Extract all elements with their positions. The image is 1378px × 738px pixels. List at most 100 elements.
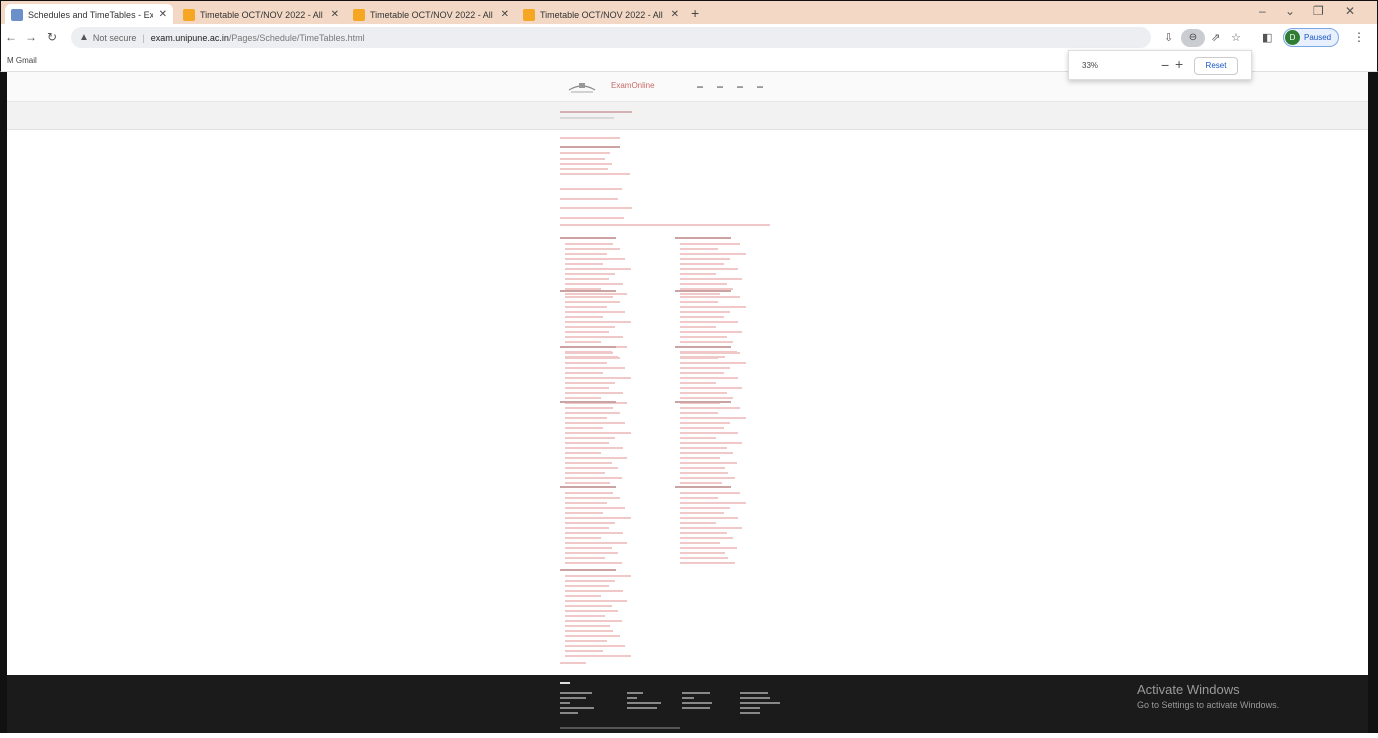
timetable-link[interactable] [560, 158, 605, 160]
timetable-link[interactable] [680, 457, 720, 459]
timetable-link[interactable] [680, 273, 716, 275]
timetable-link[interactable] [560, 198, 618, 200]
timetable-link[interactable] [680, 432, 738, 434]
forward-icon[interactable]: → [25, 30, 37, 44]
timetable-link[interactable] [565, 412, 620, 414]
timetable-link[interactable] [680, 387, 742, 389]
side-panel-icon[interactable]: ◧ [1262, 31, 1272, 44]
timetable-link[interactable] [560, 137, 620, 139]
timetable-link[interactable] [680, 537, 733, 539]
timetable-link[interactable] [680, 502, 746, 504]
zoom-in-button[interactable]: + [1175, 56, 1183, 72]
timetable-link[interactable] [565, 600, 627, 602]
close-icon[interactable]: ✕ [671, 9, 679, 20]
timetable-link[interactable] [565, 283, 623, 285]
timetable-link[interactable] [565, 542, 627, 544]
timetable-link[interactable] [565, 293, 627, 295]
zoom-indicator-icon[interactable]: ⊖ [1181, 29, 1205, 47]
timetable-link[interactable] [565, 442, 609, 444]
timetable-link[interactable] [680, 437, 716, 439]
timetable-link[interactable] [565, 432, 631, 434]
timetable-link[interactable] [680, 452, 733, 454]
footer-link[interactable] [560, 712, 578, 714]
zoom-reset-button[interactable]: Reset [1194, 57, 1238, 75]
timetable-link[interactable] [565, 387, 609, 389]
timetable-link[interactable] [680, 422, 730, 424]
timetable-link[interactable] [565, 620, 622, 622]
timetable-link[interactable] [565, 417, 607, 419]
timetable-link[interactable] [560, 168, 608, 170]
timetable-link[interactable] [680, 316, 724, 318]
timetable-link[interactable] [560, 217, 624, 219]
timetable-link[interactable] [565, 243, 613, 245]
timetable-link[interactable] [680, 542, 720, 544]
timetable-link[interactable] [680, 268, 738, 270]
timetable-link[interactable] [680, 557, 728, 559]
timetable-link[interactable] [565, 392, 623, 394]
timetable-link[interactable] [565, 258, 625, 260]
footer-link[interactable] [560, 697, 586, 699]
timetable-link[interactable] [565, 447, 623, 449]
tab-timetable-3[interactable]: Timetable OCT/NOV 2022 - All ✕ [517, 4, 685, 25]
timetable-link[interactable] [680, 552, 725, 554]
timetable-link[interactable] [565, 580, 615, 582]
timetable-link[interactable] [565, 362, 607, 364]
timetable-link[interactable] [680, 407, 740, 409]
timetable-link[interactable] [680, 296, 740, 298]
timetable-link[interactable] [565, 382, 615, 384]
timetable-link[interactable] [680, 372, 724, 374]
footer-link[interactable] [627, 697, 637, 699]
timetable-link[interactable] [680, 283, 727, 285]
footer-link[interactable] [627, 702, 661, 704]
timetable-link[interactable] [680, 477, 735, 479]
timetable-link[interactable] [565, 437, 615, 439]
profile-button[interactable]: D Paused [1283, 28, 1339, 47]
timetable-link[interactable] [565, 372, 603, 374]
timetable-link[interactable] [565, 557, 605, 559]
timetable-link[interactable] [565, 336, 623, 338]
timetable-link[interactable] [560, 163, 612, 165]
close-icon[interactable]: ✕ [331, 9, 339, 20]
timetable-link[interactable] [565, 650, 603, 652]
timetable-link[interactable] [680, 442, 742, 444]
timetable-link[interactable] [565, 263, 603, 265]
timetable-link[interactable] [680, 362, 746, 364]
timetable-link[interactable] [680, 497, 718, 499]
timetable-link[interactable] [565, 253, 607, 255]
footer-link[interactable] [740, 707, 760, 709]
timetable-link[interactable] [680, 562, 735, 564]
timetable-link[interactable] [565, 527, 609, 529]
timetable-link[interactable] [565, 575, 631, 577]
timetable-link[interactable] [680, 512, 724, 514]
timetable-link[interactable] [680, 392, 727, 394]
tab-timetable-2[interactable]: Timetable OCT/NOV 2022 - All ✕ [347, 4, 515, 25]
timetable-link[interactable] [680, 427, 724, 429]
tab-timetable-1[interactable]: Timetable OCT/NOV 2022 - All ✕ [177, 4, 345, 25]
timetable-link[interactable] [565, 482, 610, 484]
timetable-link[interactable] [680, 517, 738, 519]
timetable-link[interactable] [680, 306, 746, 308]
timetable-link[interactable] [680, 382, 716, 384]
timetable-link[interactable] [565, 512, 603, 514]
timetable-link[interactable] [565, 655, 631, 657]
nav-link[interactable]: ▬ [697, 84, 703, 90]
close-icon[interactable]: ✕ [159, 9, 167, 20]
timetable-link[interactable] [680, 357, 718, 359]
timetable-link[interactable] [680, 447, 727, 449]
timetable-link[interactable] [565, 472, 605, 474]
timetable-link[interactable] [560, 188, 622, 190]
timetable-link[interactable] [560, 152, 610, 154]
timetable-link[interactable] [680, 527, 742, 529]
timetable-link[interactable] [565, 645, 625, 647]
timetable-link[interactable] [680, 522, 716, 524]
timetable-link[interactable] [680, 243, 740, 245]
timetable-link[interactable] [565, 517, 631, 519]
timetable-link[interactable] [565, 537, 601, 539]
timetable-link[interactable] [680, 321, 738, 323]
timetable-link[interactable] [680, 417, 746, 419]
timetable-link[interactable] [680, 341, 733, 343]
timetable-link[interactable] [680, 248, 718, 250]
timetable-link[interactable] [680, 326, 716, 328]
timetable-link[interactable] [565, 625, 610, 627]
timetable-link[interactable] [565, 477, 622, 479]
